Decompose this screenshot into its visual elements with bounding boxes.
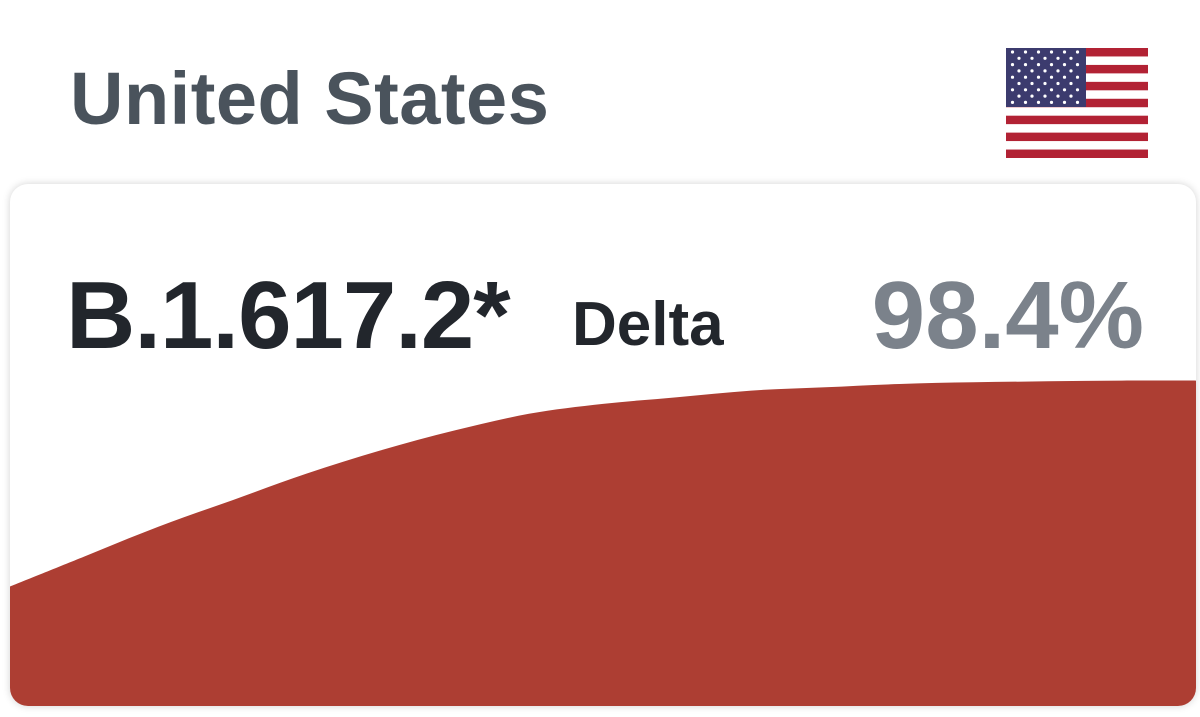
variant-card-page: United States B.1.617.2* Delta 98.4% [0,0,1200,717]
variant-row: B.1.617.2* Delta 98.4% [10,184,1196,384]
us-flag-icon [1006,48,1148,158]
country-name: United States [70,57,550,140]
variant-code: B.1.617.2* [66,262,511,369]
variant-name: Delta [572,290,724,359]
country-header: United States [0,0,1200,180]
prevalence-area [10,380,1196,706]
variant-share: 98.4% [871,262,1144,369]
prevalence-trend-chart [10,374,1196,706]
variant-card[interactable]: B.1.617.2* Delta 98.4% [10,184,1196,706]
